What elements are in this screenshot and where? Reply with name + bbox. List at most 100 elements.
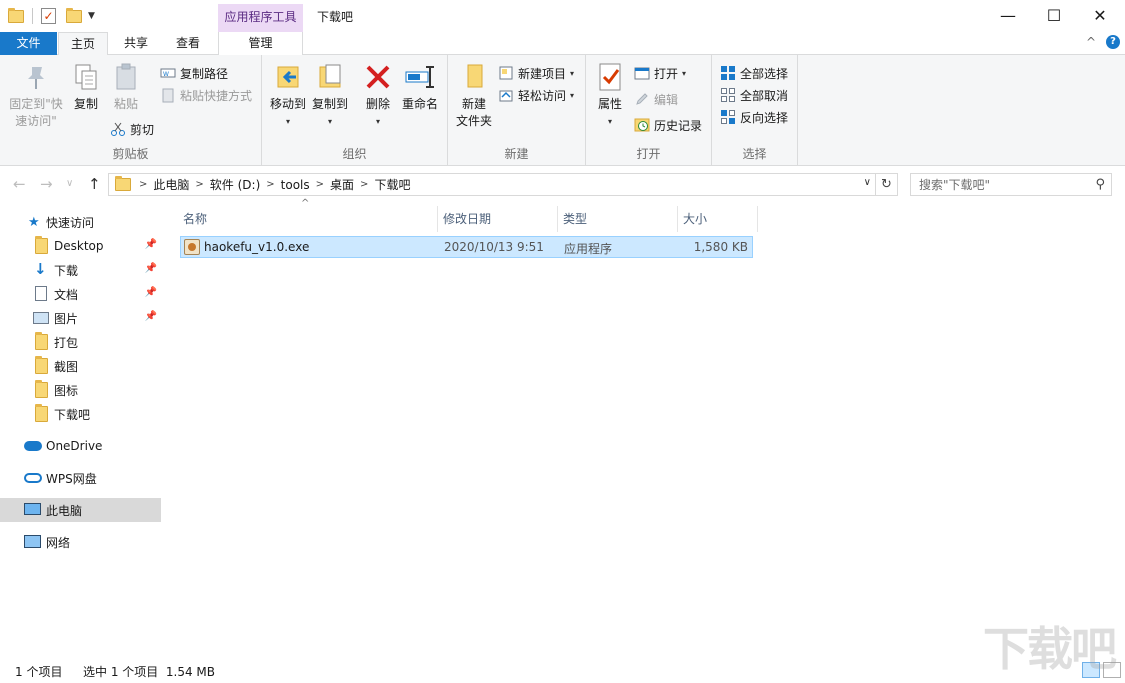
new-item-button[interactable]: 新建项目 ▾ <box>498 63 574 83</box>
breadcrumb-current[interactable]: 下载吧 <box>374 176 410 193</box>
select-none-button[interactable]: 全部取消 <box>720 85 788 105</box>
column-header-type[interactable]: 类型 <box>558 206 678 232</box>
breadcrumb-tools[interactable]: tools <box>281 178 310 192</box>
nav-quick-access[interactable]: ★ 快速访问 <box>0 210 161 234</box>
nav-item-xiazaiba[interactable]: 下载吧 <box>0 402 161 426</box>
select-all-button[interactable]: 全部选择 <box>720 63 788 83</box>
column-header-name[interactable]: 名称 <box>178 206 438 232</box>
item-count: 1 个项目 <box>15 665 63 679</box>
nav-network-label: 网络 <box>46 535 71 550</box>
tab-file[interactable]: 文件 <box>0 32 57 55</box>
edit-button[interactable]: 编辑 <box>634 89 678 109</box>
open-button[interactable]: 打开 ▾ <box>634 63 686 83</box>
selection-info: 选中 1 个项目 1.54 MB <box>83 665 216 679</box>
rename-button[interactable]: 重命名 <box>400 61 440 113</box>
copy-button[interactable]: 复制 <box>70 61 102 113</box>
nav-item-label: 文档 <box>54 287 79 302</box>
nav-item-icons[interactable]: 图标 <box>0 378 161 402</box>
copy-path-button[interactable]: W 复制路径 <box>160 63 228 83</box>
ribbon: 固定到"快速访问" 复制 粘贴 W 复制路径 粘贴快捷方式 剪切 剪贴板 移动到… <box>0 55 1125 166</box>
search-icon[interactable]: ⚲ <box>1095 177 1105 192</box>
minimize-button[interactable]: — <box>985 0 1031 30</box>
nav-network[interactable]: 网络 <box>0 530 161 554</box>
paste-button[interactable]: 粘贴 <box>110 61 142 113</box>
up-button[interactable]: ↑ <box>88 175 101 193</box>
invert-selection-label: 反向选择 <box>740 110 789 125</box>
file-name: haokefu_v1.0.exe <box>204 240 310 254</box>
forward-button[interactable]: → <box>40 175 53 193</box>
copy-to-icon <box>314 61 346 93</box>
nav-this-pc[interactable]: 此电脑 <box>0 498 161 522</box>
properties-dropdown-icon: ▾ <box>607 117 612 126</box>
properties-label: 属性 <box>597 97 622 111</box>
nav-item-documents[interactable]: 文档 📌 <box>0 282 161 306</box>
large-icons-view-icon[interactable] <box>1103 662 1121 678</box>
maximize-button[interactable]: ☐ <box>1031 0 1077 30</box>
nav-wps-drive[interactable]: WPS网盘 <box>0 466 161 490</box>
nav-item-downloads[interactable]: ↓ 下载 📌 <box>0 258 161 282</box>
pin-icon: 📌 <box>144 311 157 322</box>
column-header-size[interactable]: 大小 <box>678 206 758 232</box>
download-arrow-icon: ↓ <box>34 260 47 278</box>
tab-home[interactable]: 主页 <box>58 32 108 56</box>
new-folder-icon[interactable] <box>66 7 82 23</box>
new-item-label: 新建项目 <box>518 66 567 81</box>
back-button[interactable]: ← <box>13 175 26 193</box>
select-all-icon <box>720 65 736 81</box>
copy-to-button[interactable]: 复制到 ▾ <box>310 61 350 130</box>
paste-shortcut-button[interactable]: 粘贴快捷方式 <box>160 85 252 105</box>
search-input[interactable]: 搜索"下载吧" ⚲ <box>910 173 1112 196</box>
breadcrumb-drive-d[interactable]: 软件 (D:) <box>210 176 260 193</box>
cut-button[interactable]: 剪切 <box>110 119 154 139</box>
clipboard-group-label: 剪贴板 <box>112 147 149 161</box>
breadcrumb-separator: > <box>315 179 325 190</box>
close-button[interactable]: ✕ <box>1077 0 1123 30</box>
delete-button[interactable]: 删除 ▾ <box>362 61 394 130</box>
nav-item-desktop[interactable]: Desktop 📌 <box>0 234 161 258</box>
folder-icon <box>35 236 48 254</box>
folder-icon <box>8 7 24 23</box>
tab-view[interactable]: 查看 <box>165 32 211 55</box>
folder-icon <box>35 404 48 422</box>
nav-item-label: Desktop <box>54 239 104 253</box>
details-view-icon[interactable] <box>1082 662 1100 678</box>
pin-quick-access-button[interactable]: 固定到"快速访问" <box>6 61 66 130</box>
new-folder-button[interactable]: 新建 文件夹 <box>454 61 494 130</box>
address-bar[interactable]: > 此电脑 > 软件 (D:) > tools > 桌面 > 下载吧 ∨ <box>108 173 876 196</box>
paste-shortcut-label: 粘贴快捷方式 <box>180 88 253 103</box>
move-to-dropdown-icon: ▾ <box>285 117 290 126</box>
collapse-ribbon-icon[interactable]: ^ <box>1086 35 1096 49</box>
move-to-button[interactable]: 移动到 ▾ <box>268 61 308 130</box>
column-header-modified[interactable]: 修改日期 <box>438 206 558 232</box>
tab-share[interactable]: 共享 <box>113 32 159 55</box>
breadcrumb-desktop[interactable]: 桌面 <box>330 176 354 193</box>
move-to-label: 移动到 <box>269 97 306 111</box>
organize-group: 移动到 ▾ 复制到 ▾ 删除 ▾ 重命名 组织 <box>262 55 448 166</box>
easy-access-button[interactable]: 轻松访问 ▾ <box>498 85 574 105</box>
nav-onedrive[interactable]: OneDrive <box>0 434 161 458</box>
nav-item-pack[interactable]: 打包 <box>0 330 161 354</box>
properties-check-icon[interactable]: ✓ <box>41 8 56 24</box>
invert-selection-button[interactable]: 反向选择 <box>720 107 788 127</box>
select-group-label: 选择 <box>742 147 767 161</box>
help-icon[interactable]: ? <box>1106 35 1120 49</box>
rename-label: 重命名 <box>401 97 438 111</box>
nav-item-pictures[interactable]: 图片 📌 <box>0 306 161 330</box>
new-group: 新建 文件夹 新建项目 ▾ 轻松访问 ▾ 新建 <box>448 55 586 166</box>
properties-button[interactable]: 属性 ▾ <box>594 61 626 130</box>
recent-locations-button[interactable]: ∨ <box>66 178 73 189</box>
refresh-button[interactable]: ↻ <box>876 173 898 196</box>
copy-label: 复制 <box>73 97 98 111</box>
address-dropdown-icon[interactable]: ∨ <box>864 177 871 188</box>
history-icon <box>634 117 650 133</box>
history-button[interactable]: 历史记录 <box>634 115 702 135</box>
clipboard-group: 固定到"快速访问" 复制 粘贴 W 复制路径 粘贴快捷方式 剪切 剪贴板 <box>0 55 262 166</box>
copy-path-label: 复制路径 <box>180 66 229 81</box>
customize-dropdown-icon[interactable]: ▼ <box>88 11 95 21</box>
file-row[interactable]: haokefu_v1.0.exe 2020/10/13 9:51 应用程序 1,… <box>180 236 753 258</box>
tab-manage[interactable]: 管理 <box>218 32 303 55</box>
nav-item-screenshots[interactable]: 截图 <box>0 354 161 378</box>
breadcrumb-this-pc[interactable]: 此电脑 <box>153 176 189 193</box>
breadcrumb-separator: > <box>266 179 275 190</box>
pin-icon <box>20 61 52 93</box>
